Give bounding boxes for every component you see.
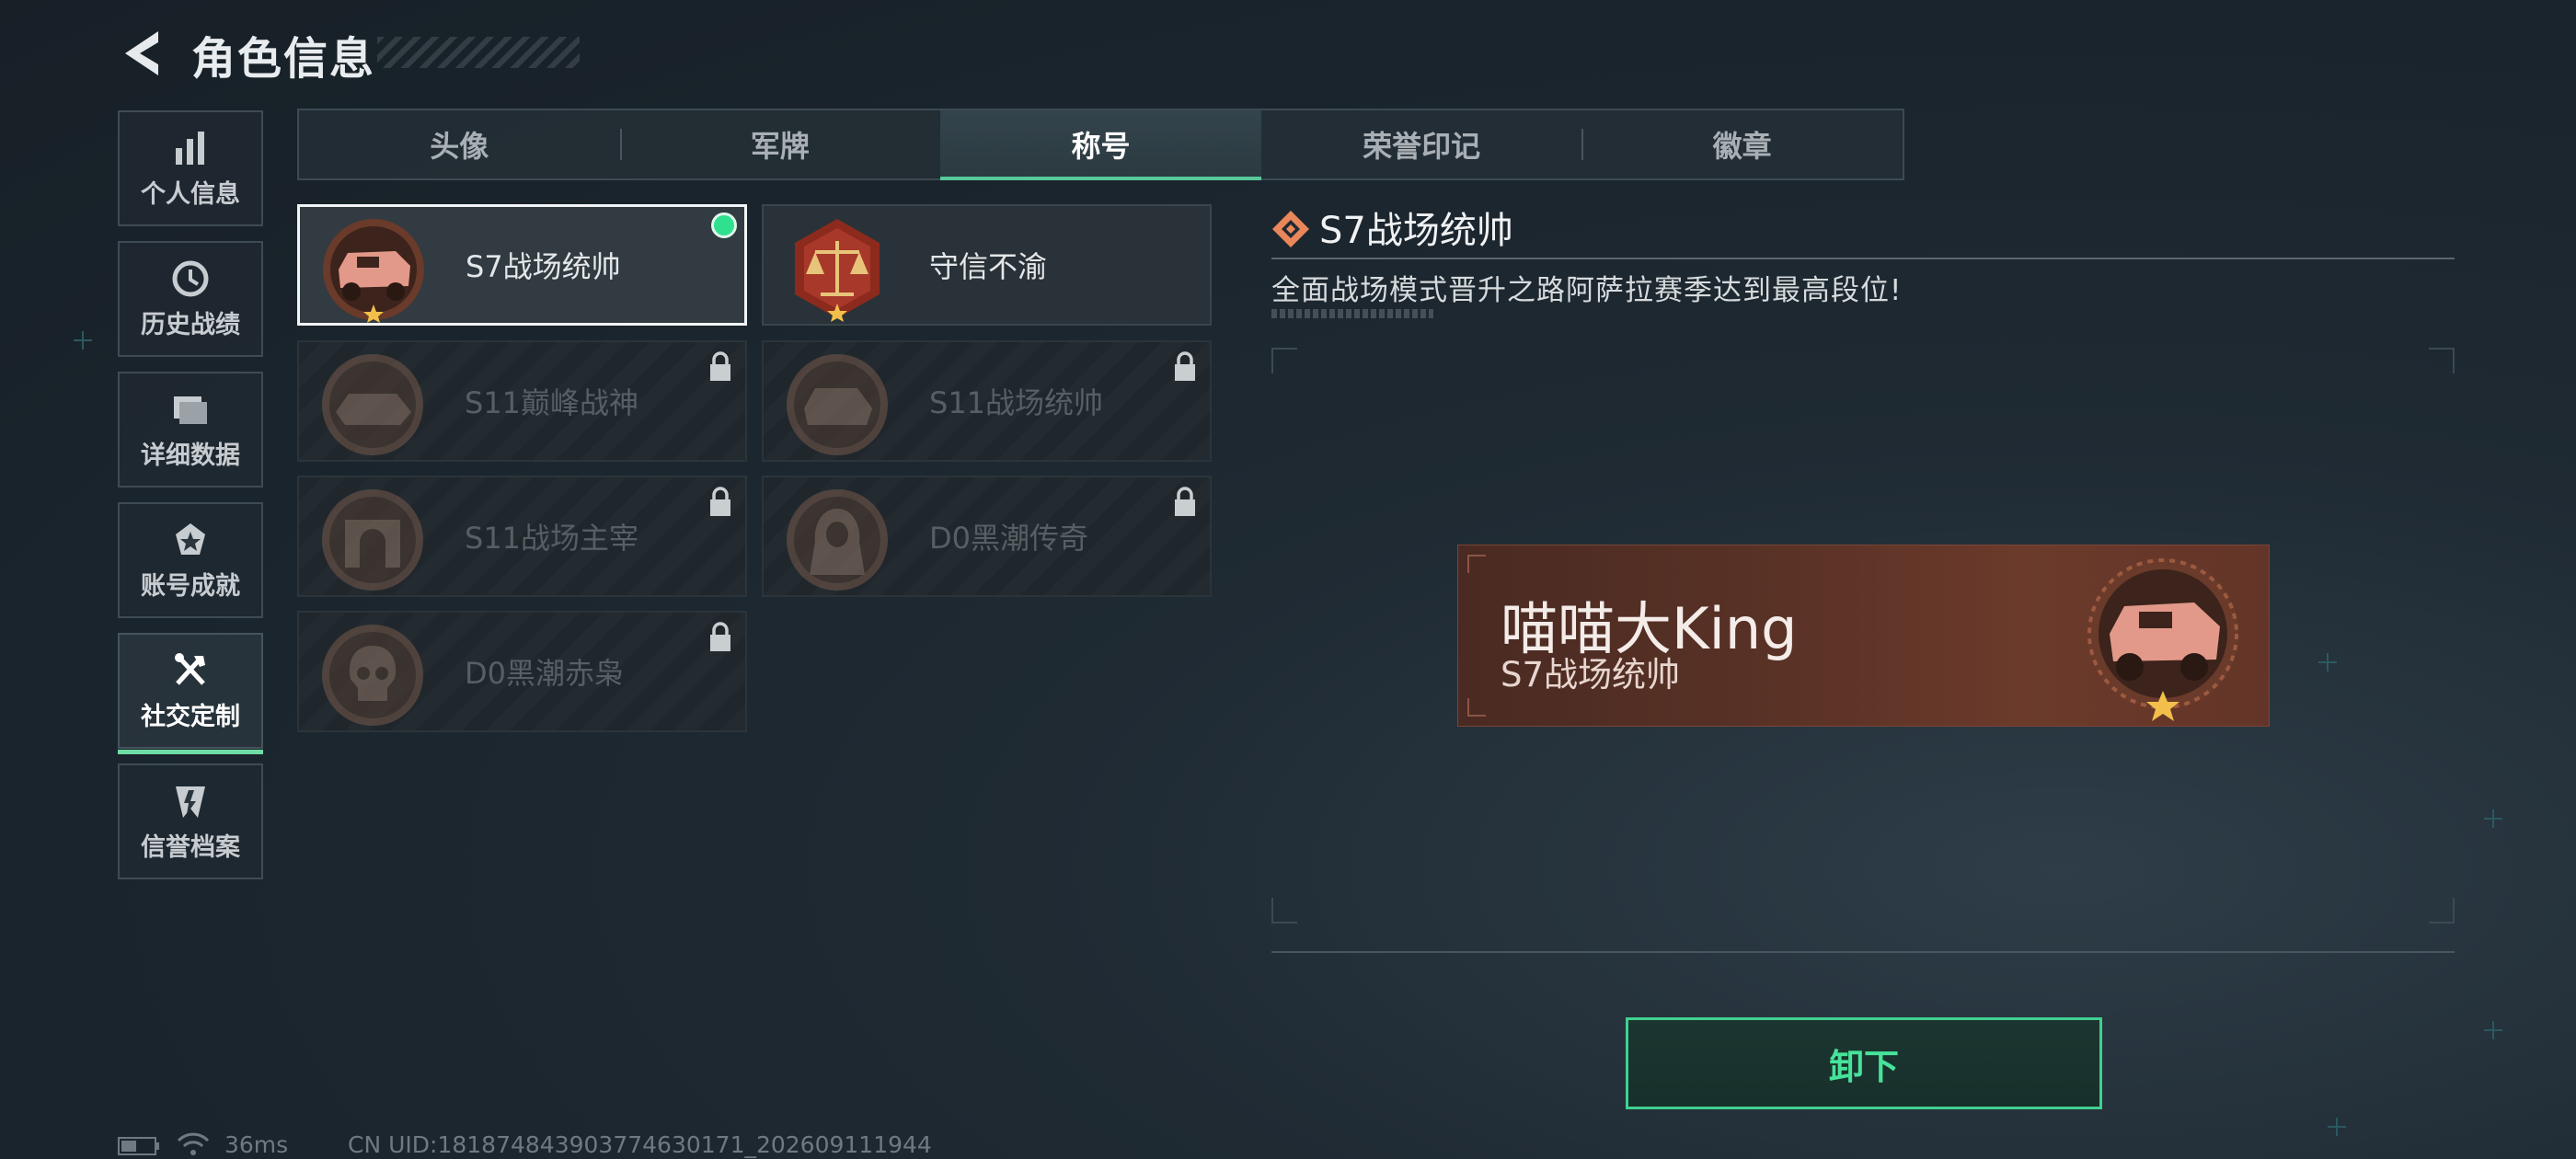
title-card-d0-legend[interactable]: D0黑潮传奇	[762, 476, 1212, 597]
hovercraft-badge-icon	[322, 354, 423, 455]
tab-title[interactable]: 称号	[940, 110, 1261, 180]
bar-chart-icon	[176, 131, 204, 165]
sidebar-item-achievements[interactable]: 账号成就	[118, 502, 263, 618]
title-card-name: S11战场统帅	[929, 385, 1104, 420]
unequip-button[interactable]: 卸下	[1626, 1017, 2102, 1109]
tab-badge[interactable]: 徽章	[1581, 110, 1903, 178]
sidebar-item-history[interactable]: 历史战绩	[118, 241, 263, 357]
detail-description: 全面战场模式晋升之路阿萨拉赛季达到最高段位!	[1271, 274, 1903, 307]
armored-vehicle-badge-icon	[323, 219, 424, 323]
title-decoration	[377, 37, 580, 68]
uid-readout: CN UID:181874843903774630171_20260911194…	[348, 1131, 932, 1158]
title-card-s11-dominator[interactable]: S11战场主宰	[297, 476, 747, 597]
nameplate-title: S7战场统帅	[1501, 655, 1681, 694]
ping-readout: 36ms	[224, 1131, 289, 1158]
sidebar-item-reputation[interactable]: 信誉档案	[118, 763, 263, 879]
decor-cross	[2484, 1021, 2502, 1039]
title-card-name: S11战场主宰	[465, 521, 639, 556]
back-arrow-icon[interactable]	[118, 28, 164, 79]
lock-icon	[710, 622, 730, 651]
clock-icon	[172, 260, 209, 296]
sidebar-item-social-custom[interactable]: 社交定制	[118, 633, 263, 754]
lock-icon	[710, 351, 730, 381]
tank-badge-icon	[787, 354, 888, 455]
title-card-name: 守信不渝	[929, 249, 1048, 284]
sidebar-item-details[interactable]: 详细数据	[118, 372, 263, 488]
preview-divider	[1271, 951, 2455, 953]
folder-icon	[174, 396, 207, 424]
nameplate-preview: 喵喵大King S7战场统帅	[1457, 545, 2270, 727]
sidebar-item-label: 历史战绩	[141, 310, 240, 339]
sidebar-item-label: 账号成就	[141, 571, 240, 601]
title-diamond-icon	[1272, 211, 1309, 247]
title-card-name: D0黑潮传奇	[929, 521, 1089, 556]
title-card-keep-faith[interactable]: 守信不渝	[762, 204, 1212, 326]
tab-avatar[interactable]: 头像	[299, 110, 620, 178]
sidebar-item-label: 信誉档案	[141, 832, 240, 862]
title-card-d0-owl[interactable]: D0黑潮赤枭	[297, 611, 747, 732]
title-card-s7-commander[interactable]: S7战场统帅	[297, 204, 747, 326]
medal-icon	[176, 522, 205, 555]
title-card-name: S7战场统帅	[466, 249, 621, 284]
sidebar-item-profile[interactable]: 个人信息	[118, 110, 263, 226]
scales-badge-icon	[795, 219, 880, 322]
armored-vehicle-badge-icon	[2087, 558, 2238, 721]
title-card-name: S11巅峰战神	[465, 385, 639, 420]
tab-honor-mark[interactable]: 荣誉印记	[1261, 110, 1582, 178]
tab-bar: 头像 军牌 称号 荣誉印记 徽章	[297, 109, 1904, 180]
lock-icon	[1175, 351, 1195, 381]
hooded-figure-badge-icon	[787, 489, 888, 591]
tools-icon	[175, 652, 205, 685]
title-card-s11-commander[interactable]: S11战场统帅	[762, 340, 1212, 462]
lock-icon	[1175, 487, 1195, 516]
title-card-name: D0黑潮赤枭	[465, 656, 625, 691]
detail-divider	[1271, 258, 2455, 259]
detail-title: S7战场统帅	[1319, 210, 1513, 252]
wifi-icon	[177, 1132, 210, 1155]
sidebar-item-label: 社交定制	[141, 702, 240, 731]
page-title: 角色信息	[191, 33, 376, 85]
detail-decoration	[1271, 309, 1433, 318]
decor-cross	[74, 331, 92, 350]
battery-icon	[118, 1137, 159, 1155]
equipped-indicator	[711, 212, 737, 238]
sidebar-item-label: 详细数据	[141, 441, 240, 470]
tab-dogtag[interactable]: 军牌	[619, 110, 941, 178]
decor-cross	[2328, 1118, 2346, 1136]
decor-cross	[2484, 809, 2502, 828]
lock-icon	[710, 487, 730, 516]
skull-badge-icon	[322, 625, 423, 726]
sidebar-item-label: 个人信息	[141, 179, 240, 209]
title-card-s11-war-god[interactable]: S11巅峰战神	[297, 340, 747, 462]
shield-icon	[176, 786, 205, 818]
arch-badge-icon	[322, 489, 423, 591]
